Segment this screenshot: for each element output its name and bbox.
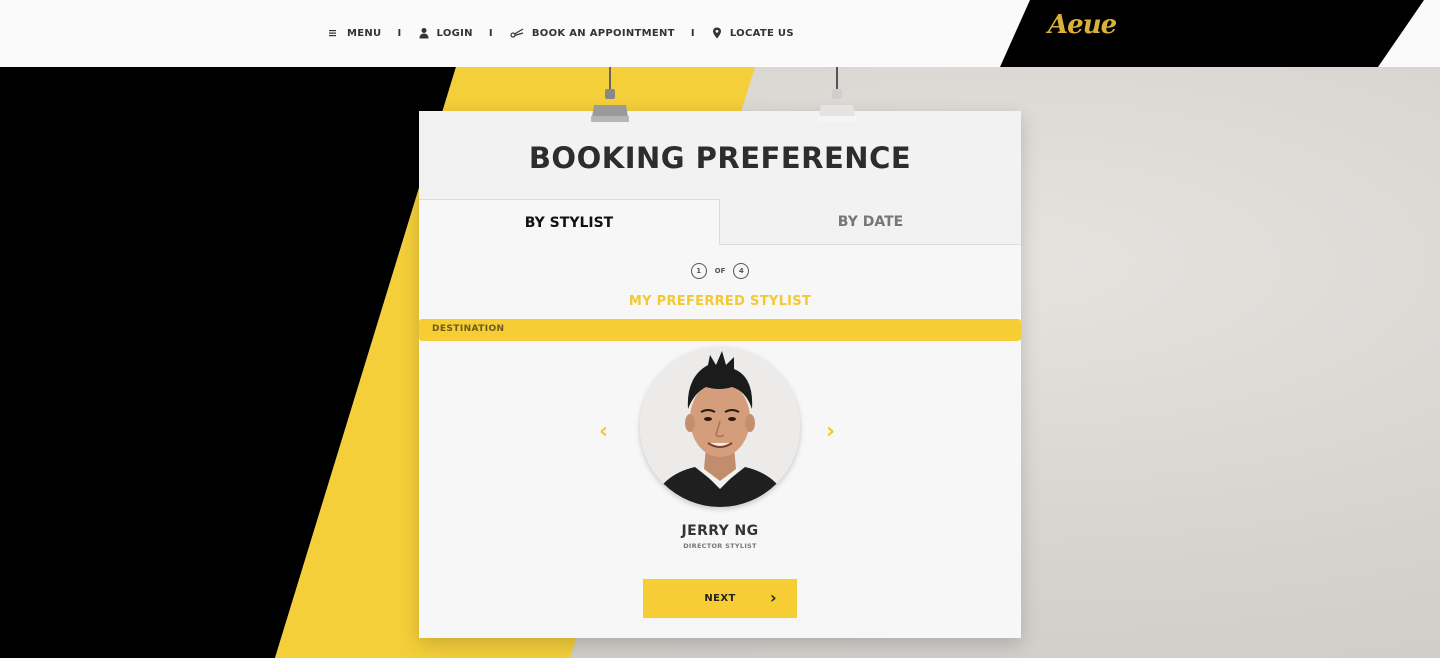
stylist-role: DIRECTOR STYLIST xyxy=(683,542,757,550)
menu-icon xyxy=(329,30,336,37)
nav-separator: I xyxy=(397,27,402,39)
booking-tabs: BY STYLIST BY DATE xyxy=(419,199,1021,245)
step-indicator: 1 OF 4 xyxy=(419,263,1021,279)
clip-left-icon xyxy=(591,67,629,122)
main-nav: MENU I LOGIN I BOOK AN APPOINTMENT I LOC… xyxy=(328,24,794,42)
nav-book-appointment[interactable]: BOOK AN APPOINTMENT xyxy=(509,27,675,39)
stylist-photo xyxy=(640,347,800,507)
step-total: 4 xyxy=(733,263,750,279)
stylist-avatar[interactable] xyxy=(640,347,800,507)
nav-separator: I xyxy=(690,27,695,39)
nav-menu-label: MENU xyxy=(347,27,382,39)
section-subtitle: MY PREFERRED STYLIST xyxy=(628,294,812,309)
nav-locate-label: LOCATE US xyxy=(729,27,794,39)
brand-logo[interactable]: Aeue xyxy=(1048,10,1117,40)
top-header: MENU I LOGIN I BOOK AN APPOINTMENT I LOC… xyxy=(0,0,1440,67)
destination-label: DESTINATION xyxy=(432,324,505,334)
user-icon xyxy=(419,28,429,39)
chevron-right-icon: › xyxy=(770,588,777,607)
next-stylist-arrow-icon[interactable]: › xyxy=(826,419,835,444)
nav-login[interactable]: LOGIN xyxy=(418,27,473,39)
step-of-label: OF xyxy=(714,267,726,275)
tab-by-date[interactable]: BY DATE xyxy=(720,199,1021,244)
nav-menu[interactable]: MENU xyxy=(328,27,381,39)
nav-separator: I xyxy=(488,27,493,39)
map-pin-icon xyxy=(712,27,721,39)
card-header: BOOKING PREFERENCE xyxy=(419,111,1021,199)
tab-by-stylist[interactable]: BY STYLIST xyxy=(419,199,720,245)
next-button-label: NEXT xyxy=(704,593,736,604)
nav-login-label: LOGIN xyxy=(436,27,473,39)
prev-stylist-arrow-icon[interactable]: ‹ xyxy=(599,419,608,444)
booking-card: BOOKING PREFERENCE BY STYLIST BY DATE 1 … xyxy=(419,111,1021,638)
page-title: BOOKING PREFERENCE xyxy=(528,141,912,175)
scissors-icon xyxy=(510,28,524,38)
nav-book-label: BOOK AN APPOINTMENT xyxy=(531,27,675,39)
nav-locate-us[interactable]: LOCATE US xyxy=(711,27,794,39)
next-button[interactable]: NEXT › xyxy=(643,579,797,618)
clip-right-icon xyxy=(818,67,856,122)
stylist-name: JERRY NG xyxy=(681,523,759,539)
destination-bar: DESTINATION xyxy=(419,319,1021,341)
step-current: 1 xyxy=(690,263,707,279)
